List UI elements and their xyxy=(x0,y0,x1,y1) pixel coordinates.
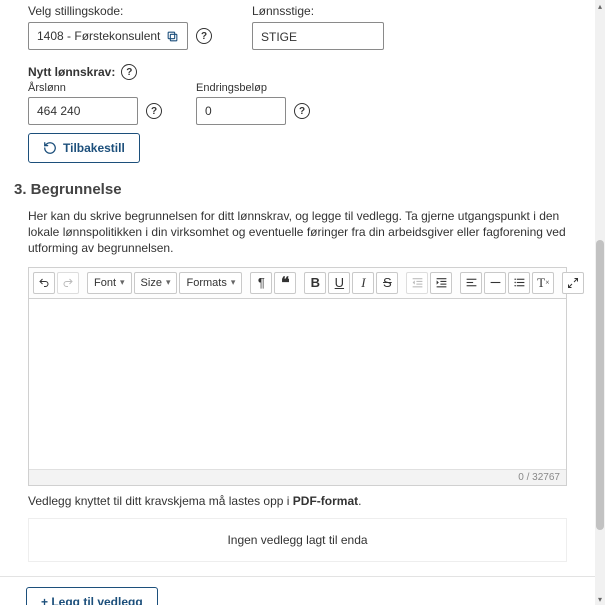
bold-button[interactable]: B xyxy=(304,272,326,294)
formats-dropdown[interactable]: Formats▾ xyxy=(179,272,242,294)
stillingskode-select[interactable]: 1408 - Førstekonsulent xyxy=(28,22,188,50)
align-left-button[interactable] xyxy=(460,272,482,294)
add-attachment-label: + Legg til vedlegg xyxy=(41,595,143,605)
blockquote-button[interactable]: ❝ xyxy=(274,272,296,294)
undo-icon xyxy=(43,141,57,155)
help-icon[interactable]: ? xyxy=(294,103,310,119)
stillingskode-value: 1408 - Førstekonsulent xyxy=(37,29,160,43)
fullscreen-button[interactable] xyxy=(562,272,584,294)
editor-toolbar: Font▾ Size▾ Formats▾ ¶ ❝ B U I S xyxy=(29,268,566,299)
chevron-down-icon: ▾ xyxy=(120,277,125,288)
arslonn-input[interactable] xyxy=(28,97,138,125)
label-stillingskode: Velg stillingskode: xyxy=(28,4,212,18)
stige-field: STIGE xyxy=(252,22,384,50)
paragraph-button[interactable]: ¶ xyxy=(250,272,272,294)
reset-button[interactable]: Tilbakestill xyxy=(28,133,140,163)
label-endring: Endringsbeløp xyxy=(196,82,310,94)
vertical-scrollbar[interactable]: ▴ ▾ xyxy=(595,0,605,605)
add-attachment-button[interactable]: + Legg til vedlegg xyxy=(26,587,158,605)
reset-label: Tilbakestill xyxy=(63,141,125,155)
section-description: Her kan du skrive begrunnelsen for ditt … xyxy=(28,208,567,257)
label-stige: Lønnsstige: xyxy=(252,4,384,18)
list-button[interactable] xyxy=(508,272,530,294)
scroll-up-icon[interactable]: ▴ xyxy=(595,0,605,12)
char-counter: 0 / 32767 xyxy=(518,472,560,483)
open-picker-icon[interactable] xyxy=(166,30,179,43)
undo-button[interactable] xyxy=(33,272,55,294)
attachment-note: Vedlegg knyttet til ditt kravskjema må l… xyxy=(28,494,567,508)
endring-input[interactable] xyxy=(196,97,286,125)
chevron-down-icon: ▾ xyxy=(166,277,171,288)
clear-format-button[interactable]: T× xyxy=(532,272,554,294)
font-dropdown[interactable]: Font▾ xyxy=(87,272,132,294)
no-attachments-message: Ingen vedlegg lagt til enda xyxy=(28,518,567,562)
size-dropdown[interactable]: Size▾ xyxy=(134,272,178,294)
strike-button[interactable]: S xyxy=(376,272,398,294)
scroll-thumb[interactable] xyxy=(596,240,604,530)
label-arslonn: Årslønn xyxy=(28,82,162,94)
help-icon[interactable]: ? xyxy=(146,103,162,119)
italic-button[interactable]: I xyxy=(352,272,374,294)
redo-button[interactable] xyxy=(57,272,79,294)
underline-button[interactable]: U xyxy=(328,272,350,294)
editor-textarea[interactable] xyxy=(29,299,566,469)
rich-text-editor: Font▾ Size▾ Formats▾ ¶ ❝ B U I S xyxy=(28,267,567,486)
indent-button[interactable] xyxy=(430,272,452,294)
section-title: 3. Begrunnelse xyxy=(14,181,595,198)
chevron-down-icon: ▾ xyxy=(231,277,236,288)
help-icon[interactable]: ? xyxy=(196,28,212,44)
scroll-down-icon[interactable]: ▾ xyxy=(595,593,605,605)
outdent-button[interactable] xyxy=(406,272,428,294)
label-nytt: Nytt lønnskrav: xyxy=(28,65,115,79)
hr-button[interactable] xyxy=(484,272,506,294)
help-icon[interactable]: ? xyxy=(121,64,137,80)
